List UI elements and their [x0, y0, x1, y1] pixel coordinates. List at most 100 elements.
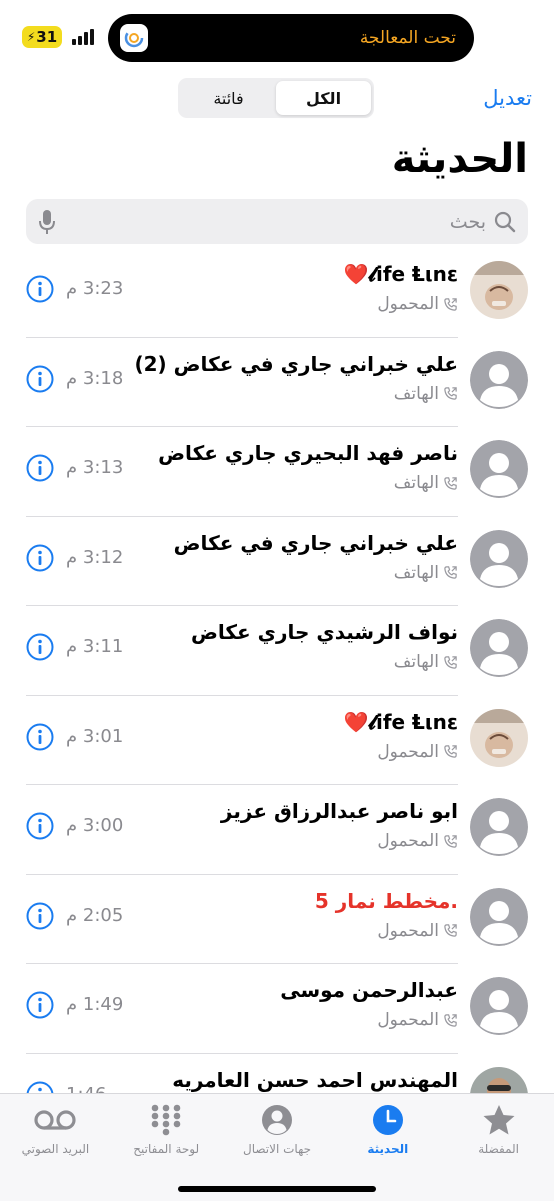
- call-type-label: المحمول: [377, 831, 439, 851]
- info-button[interactable]: [26, 723, 54, 751]
- tab-favorites[interactable]: المفضلة: [443, 1094, 554, 1201]
- call-type: المحمول: [377, 294, 458, 314]
- call-type: الهاتف: [394, 563, 458, 583]
- info-button[interactable]: [26, 812, 54, 840]
- call-type-label: المحمول: [377, 741, 439, 762]
- info-button[interactable]: [26, 991, 54, 1019]
- info-icon: [26, 544, 54, 571]
- call-row[interactable]: ابو ناصر عبدالرزاق عزيز المحمول 3:00 م: [0, 785, 554, 875]
- call-row[interactable]: المهندس احمد حسن العامريه 1:46: [0, 1054, 554, 1093]
- info-icon: [26, 275, 54, 303]
- info-icon: [26, 991, 54, 1019]
- contact-photo: [470, 261, 528, 319]
- tab-recents[interactable]: الحديثة: [332, 1094, 443, 1201]
- phone-outgoing-icon: [444, 476, 457, 490]
- phone-outgoing-icon: [444, 655, 457, 669]
- call-type: المحمول: [377, 1010, 458, 1030]
- info-button[interactable]: [26, 633, 54, 661]
- phone-outgoing-icon: [444, 834, 457, 848]
- tab-contacts[interactable]: جهات الاتصال: [222, 1094, 333, 1201]
- segment-missed[interactable]: فائتة: [181, 81, 276, 115]
- avatar-placeholder-icon: [470, 619, 528, 677]
- avatar-placeholder-icon: [470, 798, 528, 856]
- tab-voicemail[interactable]: البريد الصوتي: [0, 1094, 111, 1201]
- island-activity-text: تحت المعالجة: [359, 28, 456, 48]
- segment-all[interactable]: الكل: [276, 81, 371, 115]
- call-type: المحمول: [377, 831, 458, 851]
- info-icon: [26, 812, 54, 840]
- tab-bar: المفضلة الحديثة جهات الاتصال لوحة المفات…: [0, 1093, 554, 1201]
- tab-label: لوحة المفاتيح: [133, 1142, 200, 1156]
- call-row[interactable]: عبدالرحمن موسى المحمول 1:49 م: [0, 964, 554, 1054]
- call-row[interactable]: 𝓵ife Ⱡιnε❤️ المحمول 3:23 م: [0, 248, 554, 338]
- phone-outgoing-icon: [444, 1013, 457, 1027]
- phone-outgoing-icon: [444, 745, 457, 758]
- clock-icon: [372, 1105, 403, 1135]
- info-icon: [26, 723, 54, 750]
- contact-name: علي خبراني جاري في عكاض (2): [134, 351, 458, 376]
- call-type-label: المحمول: [377, 294, 439, 314]
- call-type-label: الهاتف: [393, 383, 439, 404]
- tab-label: جهات الاتصال: [243, 1142, 312, 1156]
- call-time: 3:00 م: [66, 815, 124, 836]
- call-row[interactable]: علي خبراني جاري في عكاض الهاتف 3:12 م: [0, 517, 554, 606]
- info-button[interactable]: [26, 365, 54, 393]
- call-type-label: الهاتف: [393, 473, 439, 493]
- call-type-label: الهاتف: [393, 562, 439, 583]
- contact-photo: [470, 708, 528, 767]
- contact-name: ابو ناصر عبدالرزاق عزيز: [220, 799, 458, 823]
- call-row[interactable]: 𝓵ife Ⱡιnε❤️ المحمول 3:01 م: [0, 696, 554, 785]
- keypad-icon: [151, 1104, 181, 1136]
- call-type-label: المحمول: [377, 920, 439, 941]
- call-type: الهاتف: [394, 384, 458, 404]
- contact-name: ناصر فهد البحيري جاري عكاض: [158, 441, 458, 465]
- call-time: 3:23 م: [66, 278, 124, 299]
- person-circle-icon: [262, 1105, 293, 1135]
- call-row[interactable]: .مخطط نمار 5 المحمول 2:05 م: [0, 875, 554, 964]
- microphone-icon[interactable]: [38, 209, 56, 235]
- call-time: 3:13 م: [66, 457, 124, 478]
- tab-keypad[interactable]: لوحة المفاتيح: [111, 1094, 222, 1201]
- search-bar[interactable]: [26, 199, 528, 244]
- contact-name: نواف الرشيدي جاري عكاض: [190, 620, 458, 644]
- avatar-placeholder-icon: [470, 350, 528, 409]
- info-icon: [26, 1081, 54, 1093]
- call-row[interactable]: نواف الرشيدي جاري عكاض الهاتف 3:11 م: [0, 606, 554, 696]
- tab-label: الحديثة: [367, 1142, 409, 1156]
- info-button[interactable]: [26, 275, 54, 303]
- call-type-label: المحمول: [377, 1010, 439, 1030]
- avatar-placeholder-icon: [470, 440, 528, 498]
- edit-button[interactable]: تعديل: [483, 86, 532, 110]
- processing-app-icon: [120, 24, 148, 52]
- search-input[interactable]: [56, 209, 488, 234]
- contact-name: 𝓵ife Ⱡιnε❤️: [343, 709, 458, 734]
- call-type: المحمول: [377, 742, 458, 762]
- recent-calls-list: 𝓵ife Ⱡιnε❤️ المحمول 3:23 م علي خبراني جا…: [0, 248, 554, 1093]
- status-bar: 31 تحت المعالجة: [0, 0, 554, 68]
- avatar-placeholder-icon: [470, 529, 528, 588]
- dynamic-island[interactable]: تحت المعالجة: [108, 14, 474, 62]
- info-button[interactable]: [26, 454, 54, 482]
- call-type: المحمول: [377, 921, 458, 941]
- contact-name: المهندس احمد حسن العامريه: [172, 1067, 458, 1092]
- phone-outgoing-icon: [444, 387, 457, 400]
- page-title: الحديثة: [391, 136, 528, 182]
- search-icon: [494, 211, 516, 232]
- tab-label: البريد الصوتي: [21, 1142, 90, 1156]
- info-icon: [26, 365, 54, 392]
- tab-label: المفضلة: [478, 1142, 520, 1156]
- call-type: الهاتف: [394, 473, 458, 493]
- info-button[interactable]: [26, 1081, 54, 1093]
- info-icon: [26, 454, 54, 482]
- info-button[interactable]: [26, 544, 54, 572]
- call-type-label: الهاتف: [393, 652, 439, 672]
- home-indicator: [178, 1186, 376, 1192]
- call-row[interactable]: علي خبراني جاري في عكاض (2) الهاتف 3:18 …: [0, 338, 554, 427]
- contact-name: عبدالرحمن موسى: [280, 978, 458, 1002]
- call-time: 2:05 م: [66, 904, 124, 926]
- voicemail-icon: [34, 1110, 77, 1130]
- info-button[interactable]: [26, 902, 54, 930]
- call-row[interactable]: ناصر فهد البحيري جاري عكاض الهاتف 3:13 م: [0, 427, 554, 517]
- battery-indicator: 31: [22, 26, 62, 48]
- call-time: 3:12 م: [66, 546, 124, 568]
